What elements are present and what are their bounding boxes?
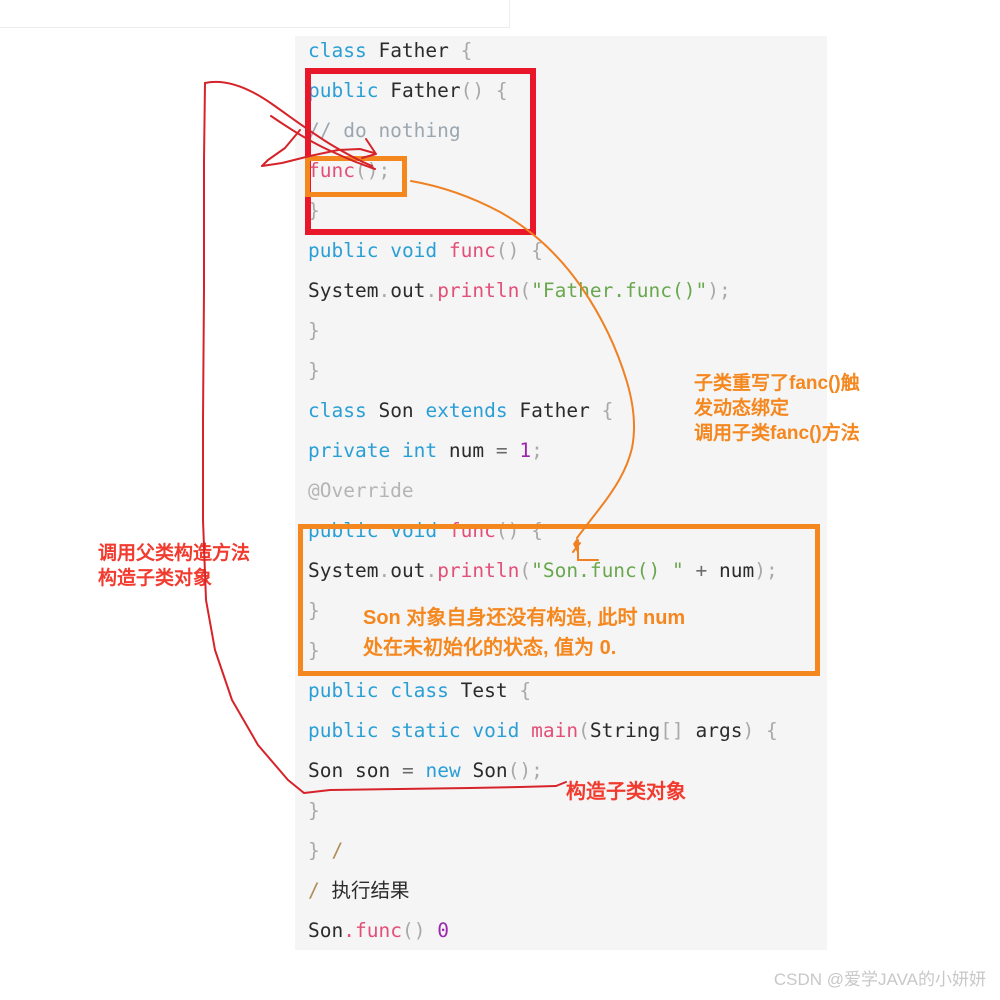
- code-line-4: func();: [308, 159, 391, 182]
- code-line-19: Son son = new Son();: [308, 759, 543, 782]
- annotation-right-orange: 子类重写了fanc()触 发动态绑定调用子类fanc()方法: [694, 371, 860, 446]
- code-line-14: System.out.println("Son.func() " + num);: [308, 559, 778, 582]
- code-line-5: }: [308, 199, 320, 222]
- code-line-12: @Override: [308, 479, 414, 502]
- code-block: class Father { public Father() { // do n…: [295, 36, 827, 950]
- code-line-16: }: [308, 639, 320, 662]
- code-line-20: }: [308, 799, 320, 822]
- code-line-9: }: [308, 359, 320, 382]
- code-line-10: class Son extends Father {: [308, 399, 614, 422]
- annotation-left-red-line1: 调用父类构造方法: [98, 543, 251, 564]
- code-line-22: / 执行结果: [308, 879, 410, 902]
- code-line-11: private int num = 1;: [308, 439, 543, 462]
- code-line-2: public Father() {: [308, 79, 508, 102]
- annotation-right-orange-line2: 发动态绑定: [694, 398, 790, 420]
- code-line-21: } /: [308, 839, 344, 862]
- annotation-inline-orange-line1: Son 对象自身还没有构造, 此时 num: [363, 607, 686, 629]
- annotation-bottom-red: 构造子类对象: [566, 781, 686, 803]
- code-line-18: public static void main(String[] args) {: [308, 719, 778, 742]
- code-line-1: class Father {: [308, 39, 473, 62]
- code-line-13: public void func() {: [308, 519, 543, 542]
- code-line-23: Son.func() 0: [308, 919, 449, 942]
- code-line-15: }: [308, 599, 320, 622]
- annotation-right-orange-line3: 调用子类fanc()方法: [694, 423, 860, 445]
- code-line-7: System.out.println("Father.func()");: [308, 279, 731, 302]
- annotation-left-red-line2: 构造子类对象: [98, 568, 213, 590]
- code-line-3: // do nothing: [308, 119, 461, 142]
- screenshot-canvas: class Father { public Father() { // do n…: [0, 0, 1000, 1000]
- top-left-blank-panel: [0, 0, 510, 28]
- annotation-right-orange-line1: 子类重写了fanc()触: [694, 373, 860, 394]
- code-line-17: public class Test {: [308, 679, 532, 702]
- code-line-6: public void func() {: [308, 239, 543, 262]
- code-line-8: }: [308, 319, 320, 342]
- annotation-left-red: 调用父类构造方法 构造子类对象: [98, 541, 250, 591]
- annotation-inline-orange-line2: 处在未初始化的状态, 值为 0.: [363, 637, 617, 660]
- annotation-inline-orange: Son 对象自身还没有构造, 此时 num 处在未初始化的状态, 值为 0.: [363, 603, 685, 664]
- csdn-watermark: CSDN @爱学JAVA的小妍妍: [773, 970, 986, 989]
